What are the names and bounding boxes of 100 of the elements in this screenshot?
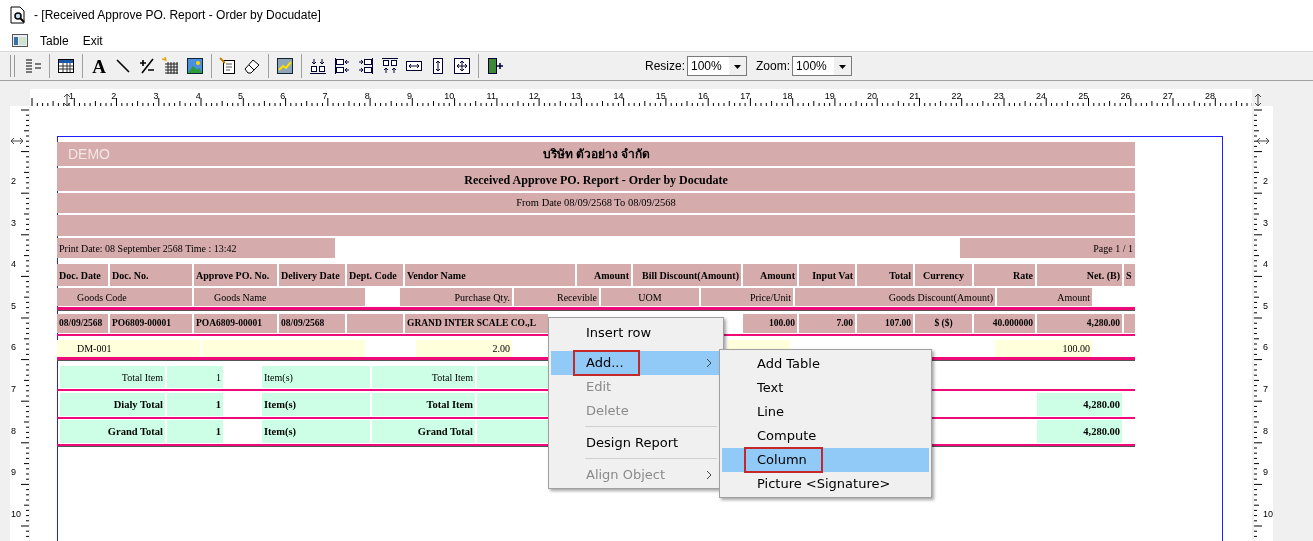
ruler-number: 11	[486, 91, 496, 101]
margin-marker-icon[interactable]	[62, 92, 72, 107]
ruler-number: 16	[697, 91, 708, 101]
menu-item[interactable]: Add Table	[722, 352, 929, 376]
report-cell: Dialy Total	[60, 393, 165, 416]
resize-icon[interactable]	[453, 57, 471, 75]
ruler-number: 9	[11, 467, 16, 478]
report-cell: DM-001	[57, 340, 200, 357]
report-cell: 1	[167, 393, 223, 416]
table-icon[interactable]	[57, 57, 75, 75]
ruler-number: 1	[69, 91, 74, 101]
ruler-number: 5	[238, 91, 244, 101]
align-icon[interactable]	[309, 57, 327, 75]
report-cell: Net. (B)	[1037, 264, 1122, 286]
ruler-number: 9	[407, 91, 413, 101]
ruler-number: 10	[1263, 508, 1273, 519]
report-cell: Dept. Code	[347, 264, 403, 286]
zoom-label: Zoom:	[756, 58, 791, 75]
menu-item[interactable]: Design Report	[551, 431, 721, 455]
report-cell: 08/09/2568	[57, 314, 108, 333]
menu-item[interactable]: Compute	[722, 424, 929, 448]
report-cell: Input Vat	[799, 264, 855, 286]
report-title: Received Approve PO. Report - Order by Docudate	[463, 171, 729, 188]
align-icon[interactable]	[381, 57, 399, 75]
report-cell: Purchase Qty.	[400, 288, 512, 306]
zoom-select[interactable]: 100%	[792, 56, 853, 76]
window-title: - [Received Approve PO. Report - Order by Docudate]	[34, 7, 321, 24]
ruler-number: 10	[444, 91, 455, 101]
report-field	[477, 393, 548, 416]
exit-door-icon[interactable]	[486, 57, 504, 75]
report-cell: Price/Unit	[701, 288, 793, 306]
ruler-number: 7	[11, 384, 16, 394]
ruler-number: 18	[782, 91, 793, 101]
menu-item[interactable]: Exit	[78, 31, 107, 50]
report-cell: PO6809-00001	[110, 314, 192, 333]
ruler-number: 27	[1162, 91, 1173, 101]
grid-icon[interactable]	[162, 57, 180, 75]
ruler-number: 3	[1263, 217, 1268, 228]
report-cell: 4,280.00	[1037, 393, 1122, 416]
align-icon[interactable]	[357, 57, 375, 75]
ruler-number: 20	[866, 91, 877, 101]
window-icon	[12, 34, 28, 47]
menu-item[interactable]: Column	[722, 448, 929, 472]
menu-item[interactable]: Picture <Signature>	[722, 472, 929, 496]
chart-icon[interactable]	[276, 57, 294, 75]
report-title: บริษัท ตัวอย่าง จำกัด	[541, 146, 651, 163]
report-cell: Item(s)	[262, 366, 370, 388]
report-cell: S	[1124, 264, 1135, 286]
report-cell: POA6809-00001	[194, 314, 277, 333]
report-cell: Approve PO. No.	[194, 264, 277, 286]
report-cell: Delivery Date	[279, 264, 345, 286]
report-cell: 100.00	[743, 314, 797, 333]
ruler-number: 3	[11, 217, 16, 228]
report-cell: Item(s)	[262, 393, 370, 416]
report-cell: 08/09/2568	[279, 314, 345, 333]
eraser-icon[interactable]	[243, 57, 261, 75]
font-icon[interactable]: A	[92, 56, 106, 76]
menu-item[interactable]: Add...	[551, 351, 721, 375]
document-icon[interactable]	[219, 57, 237, 75]
ruler-number: 5	[11, 300, 16, 311]
image-icon[interactable]	[186, 57, 204, 75]
line-icon[interactable]	[114, 57, 132, 75]
margin-marker-icon[interactable]	[1253, 92, 1263, 107]
plus-minus-icon[interactable]	[138, 57, 156, 75]
report-cell: Doc. Date	[57, 264, 108, 286]
report-cell: Goods Name	[194, 288, 365, 306]
ruler-number: 17	[740, 91, 751, 101]
margin-marker-icon[interactable]	[1256, 135, 1270, 146]
menu-item[interactable]: Text	[722, 376, 929, 400]
ruler-number: 2	[111, 91, 117, 101]
report-cell: 2.00	[416, 340, 512, 357]
caret-icon[interactable]	[834, 57, 852, 75]
menu-item[interactable]: Insert row	[551, 321, 721, 345]
report-cell: 4,280.00	[1037, 420, 1122, 443]
report-cell: Total	[857, 264, 913, 286]
align-icon[interactable]	[333, 57, 351, 75]
report-cell: Currency	[915, 264, 972, 286]
ruler-number: 6	[1263, 342, 1268, 353]
margin-marker-icon[interactable]	[10, 135, 24, 146]
report-cell: Total Item	[372, 393, 475, 416]
menu-item[interactable]: Line	[722, 400, 929, 424]
demo-label: DEMO	[67, 145, 111, 163]
document-search-icon	[10, 6, 26, 24]
ruler-number: 4	[11, 259, 16, 270]
list-icon[interactable]	[24, 57, 42, 75]
menu-item[interactable]: Table	[36, 31, 73, 50]
resize-select[interactable]: 100%	[687, 56, 747, 76]
caret-icon[interactable]	[729, 57, 746, 75]
report-cell: 40.000000	[974, 314, 1035, 333]
ruler-number: 26	[1120, 91, 1131, 101]
report-cell: Amount	[577, 264, 631, 286]
report-field	[1124, 314, 1135, 333]
report-cell: 1	[167, 420, 223, 443]
report-field	[477, 366, 548, 388]
ruler-number: 8	[11, 425, 16, 436]
ruler-number: 4	[195, 91, 201, 101]
report-cell: Amount	[743, 264, 797, 286]
ruler-number: 21	[909, 91, 920, 101]
ruler-number: 15	[655, 91, 666, 101]
ruler-number: 9	[1263, 467, 1268, 478]
